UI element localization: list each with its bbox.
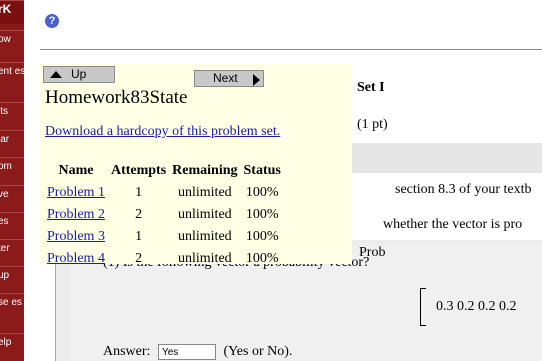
column-header-name: Name: [58, 163, 94, 178]
up-button[interactable]: Up: [43, 66, 115, 83]
answer-row: Answer: Yes (Yes or No).: [103, 344, 292, 360]
answer-label: Answer:: [103, 344, 151, 360]
problem-link-2[interactable]: Problem 2: [47, 207, 105, 222]
remaining-cell: unlimited: [178, 207, 232, 222]
sidebar-item-calendar[interactable]: lar: [0, 130, 24, 158]
vector-bracket: [420, 288, 426, 326]
sidebar: rK ow ent es its lar om ve es ter up se …: [0, 0, 24, 361]
table-row: Problem 3 1 unlimited 100%: [44, 226, 284, 248]
table-header-row: Name Attempts Remaining Status: [44, 160, 284, 182]
next-button[interactable]: Next: [194, 70, 264, 87]
status-cell: 100%: [245, 207, 279, 222]
up-button-label: Up: [71, 67, 87, 81]
sidebar-item-save[interactable]: ve: [0, 185, 24, 213]
problem-link-3[interactable]: Problem 3: [47, 229, 105, 244]
table-row: Problem 4 2 unlimited 100%: [44, 248, 284, 270]
problem-points: (1 pt): [357, 117, 388, 132]
answer-input[interactable]: Yes: [157, 344, 216, 360]
download-hardcopy-link[interactable]: Download a hardcopy of this problem set.: [45, 124, 280, 140]
problems-table: Name Attempts Remaining Status Problem 1…: [44, 160, 284, 270]
sidebar-item-from[interactable]: om: [0, 157, 24, 185]
sidebar-item-now[interactable]: ow: [0, 30, 24, 58]
problem-text-line-1: section 8.3 of your textb: [395, 182, 532, 197]
attempts-cell: 2: [135, 251, 143, 266]
problem-band: [352, 143, 542, 173]
column-header-remaining: Remaining: [172, 163, 238, 178]
sidebar-item-help[interactable]: elp: [0, 333, 24, 361]
answer-hint: (Yes or No).: [223, 344, 293, 360]
table-row: Problem 1 1 unlimited 100%: [44, 182, 284, 204]
sidebar-item-current[interactable]: ent es: [0, 62, 24, 90]
attempts-cell: 2: [135, 207, 143, 222]
set-info-heading: Set I: [357, 80, 385, 95]
problem-text-line-2: whether the vector is pro: [383, 217, 523, 232]
attempts-cell: 1: [135, 185, 143, 200]
arrow-up-icon: [50, 71, 62, 78]
table-row: Problem 2 2 unlimited 100%: [44, 204, 284, 226]
sidebar-item-units[interactable]: its: [0, 102, 24, 130]
column-header-attempts: Attempts: [110, 163, 167, 178]
status-cell: 100%: [245, 185, 279, 200]
remaining-cell: unlimited: [178, 229, 232, 244]
vector-values: 0.3 0.2 0.2 0.2: [436, 299, 517, 314]
next-button-label: Next: [213, 71, 238, 85]
divider: [40, 49, 542, 50]
sidebar-item-notes[interactable]: es: [0, 212, 24, 240]
sidebar-title: rK: [0, 0, 24, 24]
remaining-cell: unlimited: [178, 185, 232, 200]
sidebar-item-filter[interactable]: ter: [0, 239, 24, 267]
set-title: Homework83State: [45, 87, 188, 108]
sidebar-item-course[interactable]: se es: [0, 293, 24, 321]
problem-link-1[interactable]: Problem 1: [47, 185, 105, 200]
column-header-status: Status: [243, 163, 281, 178]
status-cell: 100%: [245, 229, 279, 244]
remaining-cell: unlimited: [178, 251, 232, 266]
attempts-cell: 1: [135, 229, 143, 244]
status-cell: 100%: [245, 251, 279, 266]
problem-link-4[interactable]: Problem 4: [47, 251, 105, 266]
arrow-right-icon: [253, 74, 260, 86]
help-icon[interactable]: ?: [45, 14, 59, 28]
sidebar-item-signup[interactable]: up: [0, 266, 24, 294]
